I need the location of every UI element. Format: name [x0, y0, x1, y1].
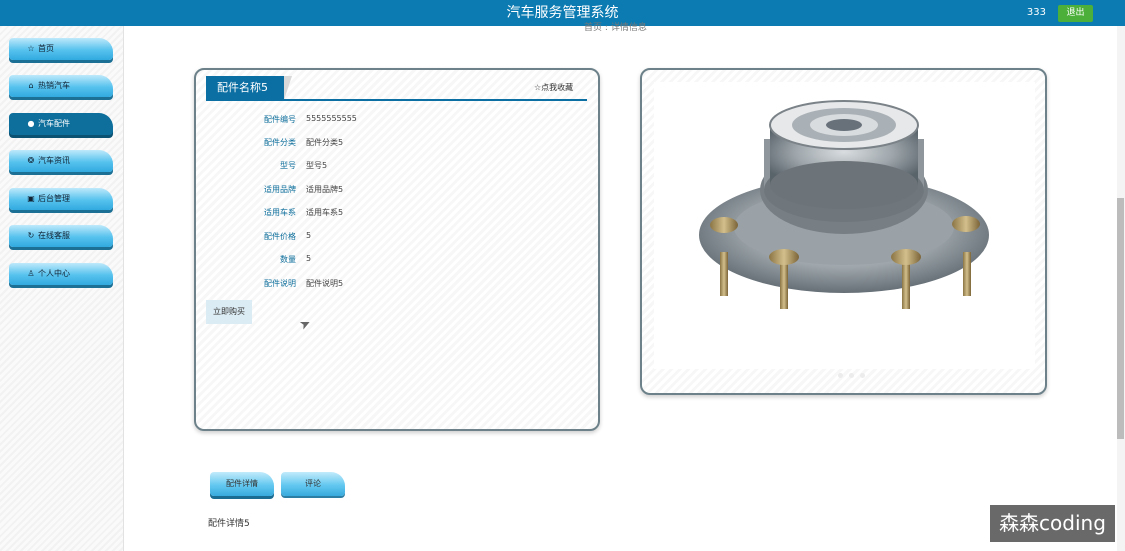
breadcrumb-separator: : [604, 23, 608, 33]
logout-button[interactable]: 退出 [1058, 5, 1093, 22]
field-value-description: 配件说明5 [306, 279, 344, 288]
breadcrumb-current: 详情信息 [610, 23, 647, 33]
mouse-pointer-icon: ➤ [297, 315, 314, 334]
sidebar-item-online-service[interactable]: ↻ 在线客服 [9, 225, 113, 247]
field-value-category: 配件分类5 [306, 138, 344, 147]
field-label-description: 配件说明 [264, 279, 296, 288]
carousel-dot[interactable] [849, 373, 854, 378]
sidebar-item-hot-cars[interactable]: ⌂ 热销汽车 [9, 75, 113, 97]
scrollbar-thumb[interactable] [1117, 198, 1124, 439]
tab-part-details[interactable]: 配件详情 [210, 472, 274, 496]
user-icon: ♙ [27, 269, 35, 278]
favorite-button[interactable]: ☆点我收藏 [534, 82, 573, 93]
field-label-quantity: 数量 [280, 255, 296, 264]
car-icon: ⌂ [28, 81, 34, 90]
sidebar-item-personal-center[interactable]: ♙ 个人中心 [9, 263, 113, 285]
carousel-dot[interactable] [838, 373, 843, 378]
field-value-price: 5 [306, 231, 312, 240]
title-underline [206, 99, 587, 101]
wheel-hub-drawing [699, 100, 989, 309]
sidebar-item-car-news[interactable]: ❂ 汽车资讯 [9, 150, 113, 172]
buy-now-button[interactable]: 立即购买 [206, 300, 252, 324]
app-title: 汽车服务管理系统 [506, 5, 619, 21]
parts-icon: ● [27, 119, 35, 128]
carousel-dot[interactable] [860, 373, 865, 378]
part-detail-card: 配件名称5 ☆点我收藏 配件编号 5555555555 配件分类 配件分类5 型… [194, 68, 600, 431]
field-value-brand: 适用品牌5 [306, 185, 344, 194]
part-name-title: 配件名称5 [206, 76, 292, 100]
field-label-price: 配件价格 [264, 232, 296, 241]
info-icon: ❂ [27, 156, 35, 165]
field-value-quantity: 5 [306, 254, 312, 263]
field-label-code: 配件编号 [264, 115, 296, 124]
breadcrumb: 首页 : 详情信息 [584, 20, 647, 33]
top-header: 汽车服务管理系统 333 退出 [0, 0, 1125, 26]
main-content: 首页 : 详情信息 配件名称5 ☆点我收藏 配件编号 5555555555 配件… [124, 23, 1117, 551]
breadcrumb-home[interactable]: 首页 [584, 23, 602, 33]
sidebar-item-car-parts[interactable]: ● 汽车配件 [9, 113, 113, 135]
carousel-indicators [838, 373, 868, 379]
watermark-label: 森森coding [990, 505, 1115, 542]
field-label-category: 配件分类 [264, 138, 296, 147]
admin-icon: ▣ [27, 194, 35, 203]
sidebar-item-home[interactable]: ☆ 首页 [9, 38, 113, 60]
sidebar-item-backend[interactable]: ▣ 后台管理 [9, 188, 113, 210]
field-label-series: 适用车系 [264, 208, 296, 217]
tab-comments[interactable]: 评论 [281, 472, 345, 496]
username: 333 [1026, 7, 1046, 18]
sidebar: ☆ 首页 ⌂ 热销汽车 ● 汽车配件 ❂ 汽车资讯 ▣ 后台管理 ↻ 在线客服 ♙ 个人中心 [0, 26, 124, 551]
field-value-series: 适用车系5 [306, 208, 344, 217]
part-image-card [640, 68, 1047, 395]
wheel-hub-bearing-image [654, 82, 1035, 378]
field-value-model: 型号5 [306, 161, 328, 170]
support-icon: ↻ [27, 231, 35, 240]
field-label-model: 型号 [280, 161, 296, 170]
tab-content-text: 配件详情5 [208, 519, 250, 529]
field-value-code: 5555555555 [306, 114, 357, 123]
field-label-brand: 适用品牌 [264, 185, 296, 194]
home-icon: ☆ [27, 44, 35, 53]
